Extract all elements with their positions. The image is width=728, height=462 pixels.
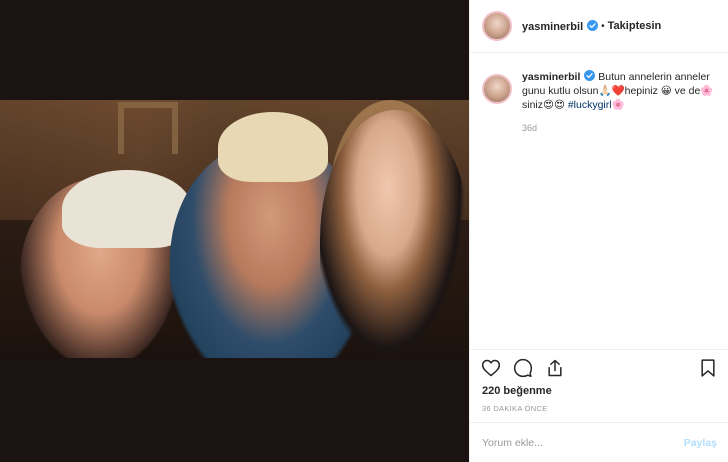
comment-button[interactable] bbox=[512, 357, 534, 379]
comment-input[interactable] bbox=[482, 436, 684, 449]
caption-time: 36d bbox=[522, 123, 538, 133]
comment-icon bbox=[513, 358, 533, 377]
caption-body: yasminerbil Butun annelerin anneler gunu… bbox=[522, 70, 717, 112]
caption-username-link[interactable]: yasminerbil bbox=[522, 70, 596, 83]
avatar[interactable] bbox=[482, 11, 512, 41]
likes-count[interactable]: 220 beğenme bbox=[482, 385, 552, 397]
header-username-link[interactable]: yasminerbil bbox=[522, 19, 599, 33]
share-button[interactable] bbox=[544, 357, 566, 379]
post-caption: yasminerbil Butun annelerin anneler gunu… bbox=[482, 70, 717, 133]
share-icon bbox=[548, 359, 562, 376]
save-button[interactable] bbox=[697, 357, 719, 379]
post-sidebar: yasminerbil • Takiptesin yasminerbil But… bbox=[469, 0, 728, 462]
separator-dot: • bbox=[601, 20, 605, 32]
bookmark-icon bbox=[701, 358, 715, 377]
hashtag-link[interactable]: #luckygirl🌸 bbox=[568, 99, 625, 111]
post-media bbox=[0, 0, 469, 462]
following-button[interactable]: Takiptesin bbox=[608, 20, 662, 32]
verified-badge-icon bbox=[584, 70, 596, 81]
action-bar bbox=[470, 349, 728, 385]
verified-badge-icon bbox=[587, 19, 599, 31]
post-comment-button[interactable]: Paylaş bbox=[684, 437, 717, 449]
post-timestamp[interactable]: 36 DAKİKA ÖNCE bbox=[482, 404, 547, 413]
caption-avatar[interactable] bbox=[482, 74, 512, 104]
heart-icon bbox=[481, 359, 501, 376]
post-photo bbox=[0, 100, 469, 358]
comment-form: Paylaş bbox=[470, 422, 728, 462]
post-header: yasminerbil • Takiptesin bbox=[470, 0, 728, 53]
like-button[interactable] bbox=[480, 357, 502, 379]
